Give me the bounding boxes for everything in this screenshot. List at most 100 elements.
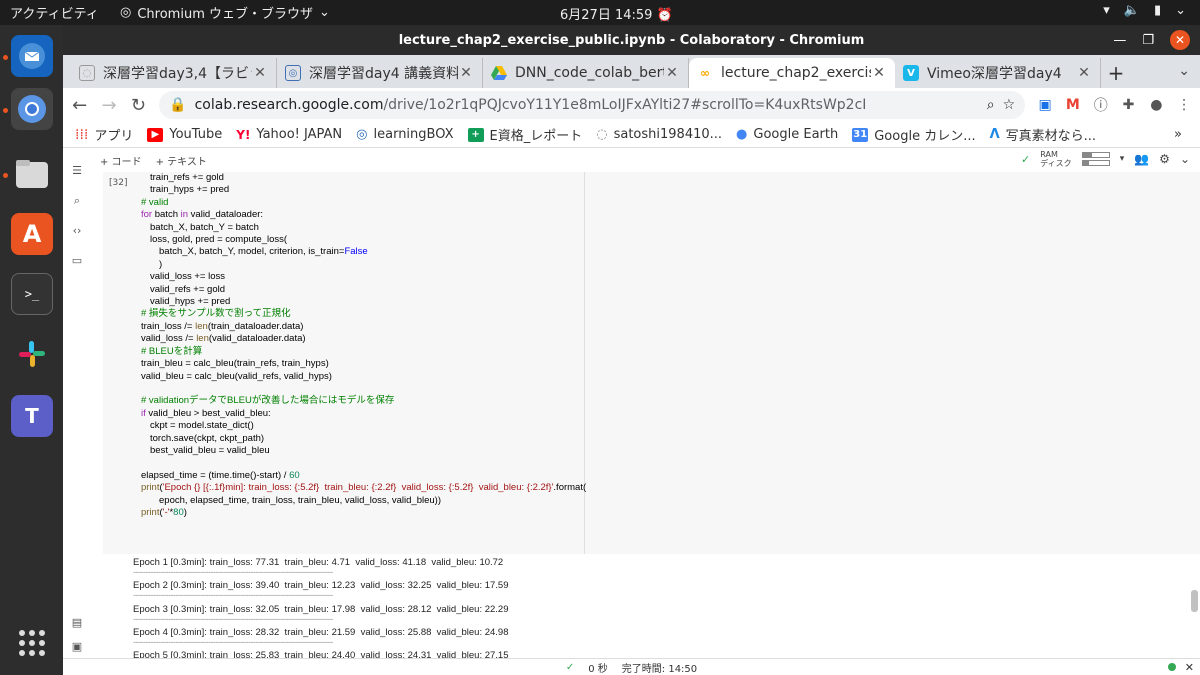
bookmark-label: Google Earth (753, 127, 839, 142)
ubuntu-dock: A >_ T (0, 25, 63, 675)
tab-search-icon[interactable]: ⌄ (1178, 63, 1190, 79)
tab-4[interactable]: V Vimeo深層学習day4 ✕ (895, 58, 1101, 88)
system-tray[interactable]: ▾ 🔈 ▮ ⌄ (1103, 3, 1186, 18)
browser-window: lecture_chap2_exercise_public.ipynb - Co… (63, 25, 1200, 675)
bookmark-label: learningBOX (373, 127, 454, 142)
teams-icon[interactable]: T (11, 395, 53, 437)
code-line: # BLEUを計算 (141, 345, 203, 357)
files-folder-icon[interactable]: ▭ (70, 254, 84, 268)
chromium-small-icon: ◎ (120, 5, 132, 20)
photo-stock-icon: Λ (989, 127, 1000, 142)
extensions-puzzle-icon[interactable]: ✚ (1121, 95, 1137, 115)
clock[interactable]: 6月27日 14:59 ⏰ (560, 4, 673, 23)
bookmark-youtube[interactable]: ▶ YouTube (147, 127, 222, 142)
back-button[interactable]: ← (71, 94, 88, 116)
scrollbar-thumb[interactable] (1191, 590, 1198, 612)
tab-2[interactable]: DNN_code_colab_bert1b ✕ (483, 58, 689, 88)
ram-label: RAM (1040, 150, 1058, 159)
window-title: lecture_chap2_exercise_public.ipynb - Co… (398, 32, 865, 48)
terminal-icon[interactable]: >_ (11, 273, 53, 315)
window-titlebar[interactable]: lecture_chap2_exercise_public.ipynb - Co… (63, 25, 1200, 55)
resource-bars (1081, 152, 1110, 166)
new-tab-button[interactable]: + (1101, 58, 1131, 88)
output-separator: ----------------------------------------… (133, 567, 333, 577)
bookmark-yahoo[interactable]: Y! Yahoo! JAPAN (236, 127, 342, 142)
code-line: elapsed_time = (time.time()-start) / 60 (141, 469, 300, 481)
resource-monitor[interactable]: RAM ディスク (1040, 150, 1071, 168)
search-icon[interactable]: ⌕ (70, 194, 84, 208)
tab-3-active[interactable]: ∞ lecture_chap2_exercise_ ✕ (689, 58, 895, 88)
collapse-chevron-icon[interactable]: ⌄ (1180, 152, 1190, 166)
zoom-search-icon[interactable]: ⌕ (987, 97, 995, 113)
bookmark-apps[interactable]: ⁞⁞⁞ アプリ (75, 125, 133, 145)
close-window-button[interactable]: ✕ (1170, 30, 1190, 50)
gmail-icon[interactable]: M (1065, 95, 1081, 115)
battery-icon: ▮ (1153, 3, 1162, 18)
bookmark-e-report[interactable]: + E資格_レポート (467, 125, 582, 144)
code-line: valid_loss += loss (150, 271, 225, 283)
terminal-icon[interactable]: ▣ (70, 640, 84, 654)
tab-close-icon[interactable]: ✕ (252, 65, 268, 81)
apps-grid-icon: ⁞⁞⁞ (75, 126, 89, 143)
bookmark-google-earth[interactable]: ● Google Earth (736, 127, 838, 142)
add-text-button[interactable]: + テキスト (156, 153, 207, 168)
bookmark-star-icon[interactable]: ☆ (1003, 97, 1016, 113)
code-line: valid_refs += gold (150, 283, 225, 295)
forward-button[interactable]: → (100, 94, 117, 116)
resource-dropdown-icon[interactable]: ▾ (1120, 154, 1125, 164)
code-line: print('Epoch {} [{:.1f}min]: train_loss:… (141, 482, 587, 494)
tab-close-icon[interactable]: ✕ (664, 65, 680, 81)
reload-button[interactable]: ↻ (130, 94, 147, 116)
software-center-icon[interactable]: A (11, 213, 53, 255)
code-line: print('-'*80) (141, 506, 187, 518)
code-editor[interactable]: train_refs += gold train_hyps += pred # va… (141, 172, 586, 519)
code-cell[interactable]: [32] train_refs += gold train_hyps += pre… (103, 172, 1200, 554)
colab-left-rail: ☰ ⌕ ‹› ▭ ▤ ▣ (63, 148, 91, 675)
code-line: valid_bleu = calc_bleu(valid_refs, valid… (141, 370, 332, 382)
info-extension-icon[interactable]: ⓘ (1093, 95, 1109, 115)
share-people-icon[interactable]: 👥 (1134, 152, 1149, 166)
status-close-icon[interactable]: ✕ (1185, 661, 1194, 674)
profile-avatar[interactable]: ● (1148, 95, 1164, 115)
chromium-icon[interactable] (11, 88, 53, 130)
url-text[interactable]: colab.research.google.com/drive/1o2r1qPQ… (195, 97, 979, 113)
thunderbird-icon[interactable] (11, 35, 53, 77)
bookmark-satoshi[interactable]: ◌ satoshi198410... (596, 127, 722, 142)
tray-chevron-icon: ⌄ (1175, 3, 1186, 18)
minimize-icon[interactable]: — (1113, 33, 1126, 48)
slack-icon[interactable] (11, 333, 53, 375)
app-menu[interactable]: ◎ Chromium ウェブ・ブラウザ ⌄ (120, 3, 330, 22)
address-bar[interactable]: 🔒 colab.research.google.com/drive/1o2r1q… (159, 91, 1026, 119)
toc-icon[interactable]: ☰ (70, 164, 84, 178)
tab-close-icon[interactable]: ✕ (1076, 65, 1092, 81)
command-palette-icon[interactable]: ▤ (70, 616, 84, 630)
bookmarks-overflow-icon[interactable]: » (1174, 127, 1182, 142)
code-line: epoch, elapsed_time, train_loss, train_b… (159, 494, 441, 506)
extension-meet-icon[interactable]: ▣ (1037, 95, 1053, 115)
chevron-down-icon: ⌄ (318, 5, 330, 20)
disk-usage-bar (1081, 160, 1110, 166)
bookmark-label: satoshi198410... (613, 127, 723, 142)
bookmark-label: Yahoo! JAPAN (256, 127, 343, 142)
code-line: valid_hyps += pred (150, 296, 231, 308)
tab-close-icon[interactable]: ✕ (871, 65, 887, 81)
restore-icon[interactable]: ❐ (1142, 33, 1154, 48)
bookmark-photo-stock[interactable]: Λ 写真素材なら... (990, 125, 1096, 144)
browser-menu-icon[interactable]: ⋮ (1176, 95, 1192, 115)
add-code-button[interactable]: + コード (100, 153, 142, 168)
show-applications-icon[interactable] (11, 622, 53, 664)
code-snippets-icon[interactable]: ‹› (70, 224, 84, 238)
files-running-dot (3, 173, 8, 178)
status-completed: 完了時間: 14:50 (621, 663, 698, 675)
activities-button[interactable]: アクティビティ (0, 3, 120, 22)
output-separator: ----------------------------------------… (133, 636, 333, 647)
tab-close-icon[interactable]: ✕ (458, 65, 474, 81)
settings-gear-icon[interactable]: ⚙ (1159, 152, 1170, 166)
bookmark-google-calendar[interactable]: 31 Google カレン... (852, 125, 976, 144)
bookmark-learningbox[interactable]: ◎ learningBOX (356, 127, 453, 142)
tab-1[interactable]: ◎ 深層学習day4 講義資料 ✕ (277, 58, 483, 88)
tab-0[interactable]: ◌ 深層学習day3,4【ラビッ ✕ (71, 58, 277, 88)
files-icon[interactable] (11, 153, 53, 195)
execution-count: [32] (109, 178, 128, 188)
